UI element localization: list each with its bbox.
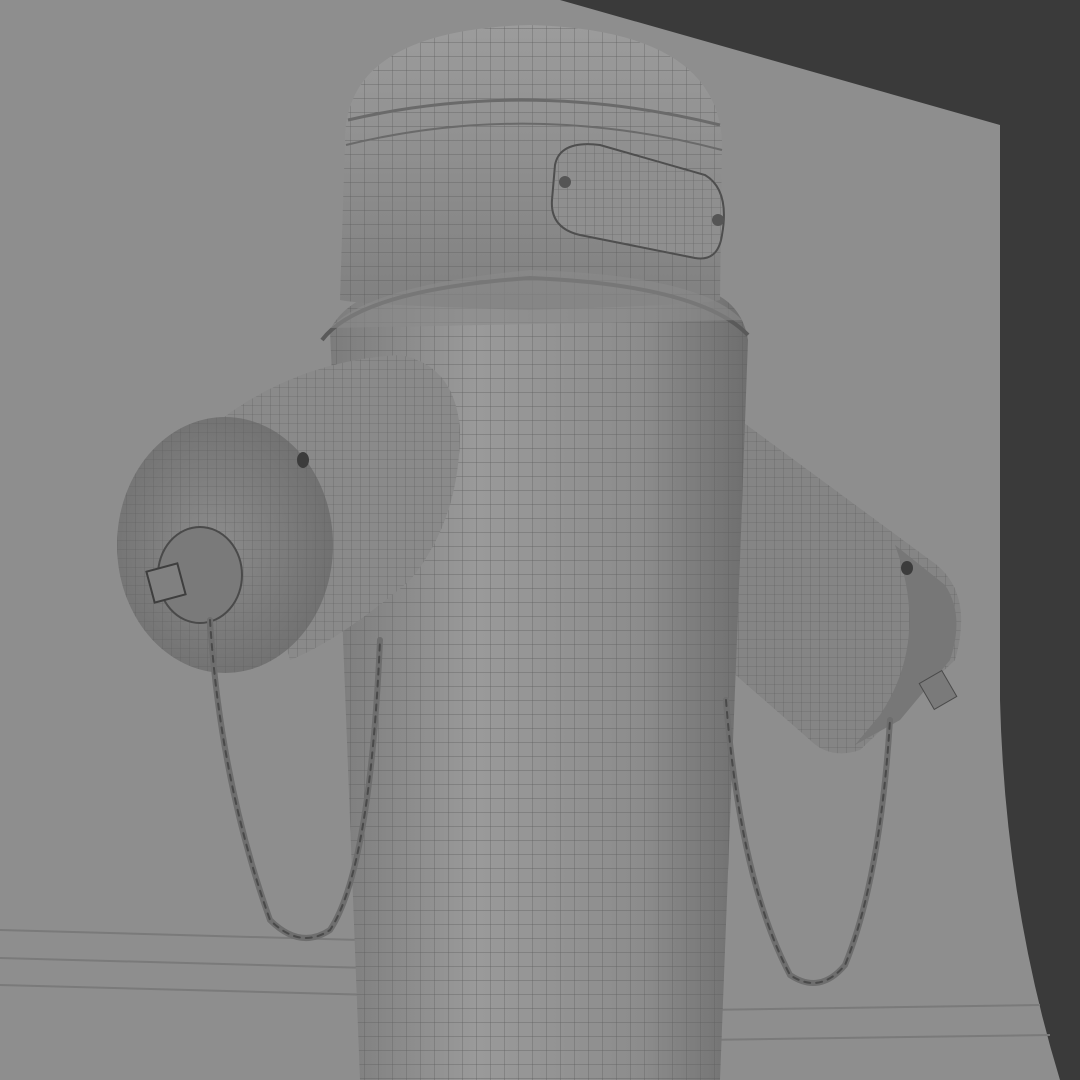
3d-viewport[interactable]	[0, 0, 1080, 1080]
hydrant-render	[0, 0, 1060, 1080]
